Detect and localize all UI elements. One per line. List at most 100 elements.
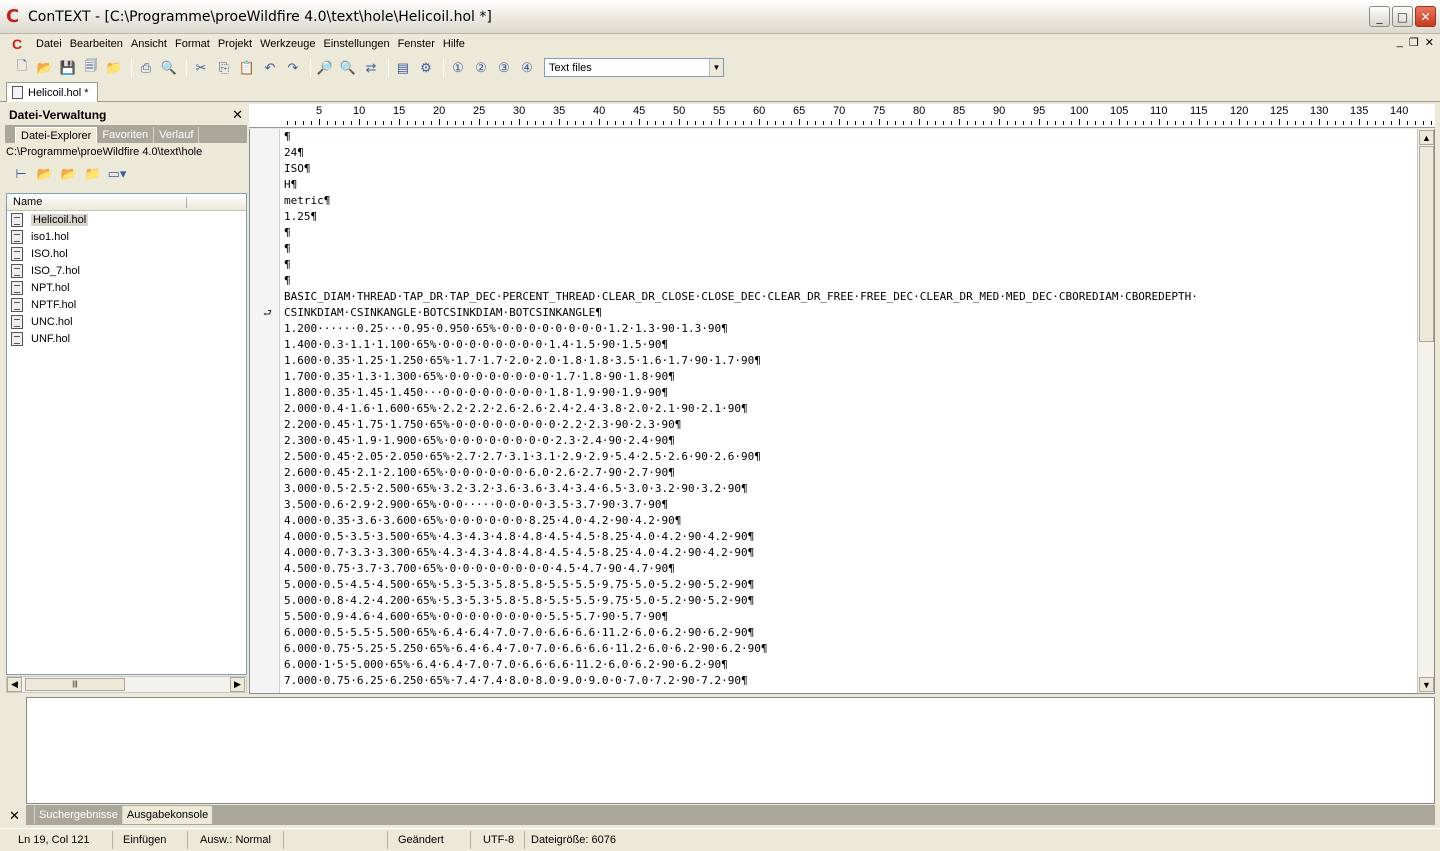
mdi-restore-button[interactable]: ❐ xyxy=(1409,36,1419,49)
code-line[interactable]: ¶ xyxy=(284,273,1416,289)
new-file-icon[interactable]: 🗋 xyxy=(12,58,32,78)
code-line[interactable]: 1.800·0.35·1.45·1.450···0·0·0·0·0·0·0·0·… xyxy=(284,385,1416,401)
code-line[interactable]: 1.700·0.35·1.3·1.300·65%·0·0·0·0·0·0·0·0… xyxy=(284,369,1416,385)
panel-close-icon[interactable]: ✕ xyxy=(232,107,243,123)
toggle-panel-icon[interactable]: ▤ xyxy=(393,58,413,78)
menu-format[interactable]: Format xyxy=(171,38,214,50)
menu-ansicht[interactable]: Ansicht xyxy=(127,38,171,50)
code-line[interactable]: ¶ xyxy=(284,129,1416,145)
code-line[interactable]: 3.500·0.6·2.9·2.900·65%·0·0·····0·0·0·0·… xyxy=(284,497,1416,513)
list-item[interactable]: UNC.hol xyxy=(7,313,246,330)
code-line[interactable]: ¶ xyxy=(284,257,1416,273)
list-item[interactable]: ISO.hol xyxy=(7,245,246,262)
open-file-icon[interactable]: 📂 xyxy=(35,58,55,78)
list-item[interactable]: ISO_7.hol xyxy=(7,262,246,279)
favorite-folder-icon[interactable]: 📁 xyxy=(83,164,103,184)
find-next-icon[interactable]: 🔍 xyxy=(338,58,358,78)
cut-icon[interactable]: ✂ xyxy=(191,58,211,78)
maximize-button[interactable]: □ xyxy=(1392,6,1413,27)
menu-werkzeuge[interactable]: Werkzeuge xyxy=(256,38,319,50)
menu-bearbeiten[interactable]: Bearbeiten xyxy=(66,38,127,50)
options-icon[interactable]: ⚙ xyxy=(416,58,436,78)
code-line[interactable]: 6.000·0.75·5.25·5.250·65%·6.4·6.4·7.0·7.… xyxy=(284,641,1416,657)
menu-fenster[interactable]: Fenster xyxy=(394,38,439,50)
code-line[interactable]: 3.000·0.5·2.5·2.500·65%·3.2·3.2·3.6·3.6·… xyxy=(284,481,1416,497)
scroll-thumb[interactable]: ||| xyxy=(25,678,125,691)
save-icon[interactable]: 💾 xyxy=(58,58,78,78)
output-panel[interactable] xyxy=(26,697,1435,804)
list-item[interactable]: NPTF.hol xyxy=(7,296,246,313)
user-cmd-1-icon[interactable]: ① xyxy=(448,58,468,78)
code-line[interactable]: 6.000·0.5·5.5·5.500·65%·6.4·6.4·7.0·7.0·… xyxy=(284,625,1416,641)
output-close-icon[interactable]: ✕ xyxy=(9,808,20,824)
code-line[interactable]: H¶ xyxy=(284,177,1416,193)
replace-icon[interactable]: ⇄ xyxy=(361,58,381,78)
scroll-left-icon[interactable]: ◀ xyxy=(7,677,22,692)
chevron-down-icon[interactable]: ▼ xyxy=(709,59,723,76)
code-line[interactable]: ¶ xyxy=(284,225,1416,241)
scroll-down-icon[interactable]: ▼ xyxy=(1419,677,1434,692)
editor-text[interactable]: ¶ 24¶ ISO¶ H¶ metric¶ 1.25¶ ¶ ¶ ¶ ¶ BASIC_DIAM·THR… xyxy=(284,129,1416,689)
editor-area[interactable]: ⮐ ¶ 24¶ ISO¶ H¶ metric¶ 1.25¶ ¶ ¶ ¶ ¶ BASIC_DIAM·T… xyxy=(249,129,1435,694)
code-line[interactable]: metric¶ xyxy=(284,193,1416,209)
code-line[interactable]: 24¶ xyxy=(284,145,1416,161)
paste-icon[interactable]: 📋 xyxy=(237,58,257,78)
menu-datei[interactable]: Datei xyxy=(32,38,66,50)
code-line[interactable]: ¶ xyxy=(284,241,1416,257)
list-item[interactable]: iso1.hol xyxy=(7,228,246,245)
list-item[interactable]: UNF.hol xyxy=(7,330,246,347)
list-item[interactable]: NPT.hol xyxy=(7,279,246,296)
tree-view-icon[interactable]: ⊢ xyxy=(11,164,31,184)
column-header-name[interactable]: Name xyxy=(7,194,246,211)
copy-icon[interactable]: ⎘ xyxy=(214,58,234,78)
tab-datei-explorer[interactable]: Datei-Explorer xyxy=(15,127,98,143)
filetype-select[interactable]: Text files ▼ xyxy=(544,58,724,77)
find-icon[interactable]: 🔎 xyxy=(315,58,335,78)
tab-suchergebnisse[interactable]: Suchergebnisse xyxy=(34,806,122,824)
code-line[interactable]: 1.25¶ xyxy=(284,209,1416,225)
code-line[interactable]: ISO¶ xyxy=(284,161,1416,177)
print-icon[interactable]: ⎙ xyxy=(136,58,156,78)
code-line[interactable]: 1.200······0.25···0.95·0.950·65%·0·0·0·0… xyxy=(284,321,1416,337)
close-button[interactable]: ✕ xyxy=(1415,6,1436,27)
editor-vscrollbar[interactable]: ▲ ▼ xyxy=(1417,129,1434,693)
code-line[interactable]: 2.000·0.4·1.6·1.600·65%·2.2·2.2·2.6·2.6·… xyxy=(284,401,1416,417)
tab-favoriten[interactable]: Favoriten xyxy=(97,127,155,143)
print-preview-icon[interactable]: 🔍 xyxy=(159,58,179,78)
user-cmd-2-icon[interactable]: ② xyxy=(471,58,491,78)
menu-projekt[interactable]: Projekt xyxy=(214,38,256,50)
code-line[interactable]: 5.500·0.9·4.6·4.600·65%·0·0·0·0·0·0·0·0·… xyxy=(284,609,1416,625)
code-line[interactable]: 4.000·0.7·3.3·3.300·65%·4.3·4.3·4.8·4.8·… xyxy=(284,545,1416,561)
code-line[interactable]: 5.000·0.8·4.2·4.200·65%·5.3·5.3·5.8·5.8·… xyxy=(284,593,1416,609)
open-folder-icon[interactable]: 📁 xyxy=(104,58,124,78)
code-line[interactable]: 4.000·0.5·3.5·3.500·65%·4.3·4.3·4.8·4.8·… xyxy=(284,529,1416,545)
scroll-up-icon[interactable]: ▲ xyxy=(1419,130,1434,145)
code-line[interactable]: 2.500·0.45·2.05·2.050·65%·2.7·2.7·3.1·3.… xyxy=(284,449,1416,465)
scroll-right-icon[interactable]: ▶ xyxy=(230,677,245,692)
code-line[interactable]: BASIC_DIAM·THREAD·TAP_DR·TAP_DEC·PERCENT… xyxy=(284,289,1416,305)
undo-icon[interactable]: ↶ xyxy=(260,58,280,78)
mdi-close-button[interactable]: ✕ xyxy=(1425,36,1434,49)
tab-ausgabekonsole[interactable]: Ausgabekonsole xyxy=(121,806,213,824)
tab-helicoil[interactable]: Helicoil.hol * xyxy=(6,82,98,102)
code-line[interactable]: 4.500·0.75·3.7·3.700·65%·0·0·0·0·0·0·0·0… xyxy=(284,561,1416,577)
menu-einstellungen[interactable]: Einstellungen xyxy=(320,38,394,50)
file-list-hscrollbar[interactable]: ◀ ||| ▶ xyxy=(6,676,247,693)
document-menu-icon[interactable]: C xyxy=(12,37,26,51)
code-line[interactable]: 4.000·0.35·3.6·3.600·65%·0·0·0·0·0·0·8.2… xyxy=(284,513,1416,529)
folder-open-icon[interactable]: 📂 xyxy=(59,164,79,184)
scroll-thumb[interactable] xyxy=(1419,146,1434,342)
list-item[interactable]: Helicoil.hol xyxy=(7,211,246,228)
code-line[interactable]: 7.000·0.75·6.25·6.250·65%·7.4·7.4·8.0·8.… xyxy=(284,673,1416,689)
code-line[interactable]: 6.000·1·5·5.000·65%·6.4·6.4·7.0·7.0·6.6·… xyxy=(284,657,1416,673)
minimize-button[interactable]: _ xyxy=(1369,6,1390,27)
folder-up-icon[interactable]: 📂 xyxy=(35,164,55,184)
save-all-icon[interactable]: 🗐 xyxy=(81,58,101,78)
mdi-minimize-button[interactable]: _ xyxy=(1397,36,1403,49)
user-cmd-3-icon[interactable]: ③ xyxy=(494,58,514,78)
tab-verlauf[interactable]: Verlauf xyxy=(154,127,200,143)
code-line[interactable]: 1.400·0.3·1.1·1.100·65%·0·0·0·0·0·0·0·0·… xyxy=(284,337,1416,353)
code-line[interactable]: 2.300·0.45·1.9·1.900·65%·0·0·0·0·0·0·0·0… xyxy=(284,433,1416,449)
code-line[interactable]: 2.200·0.45·1.75·1.750·65%·0·0·0·0·0·0·0·… xyxy=(284,417,1416,433)
user-cmd-4-icon[interactable]: ④ xyxy=(517,58,537,78)
